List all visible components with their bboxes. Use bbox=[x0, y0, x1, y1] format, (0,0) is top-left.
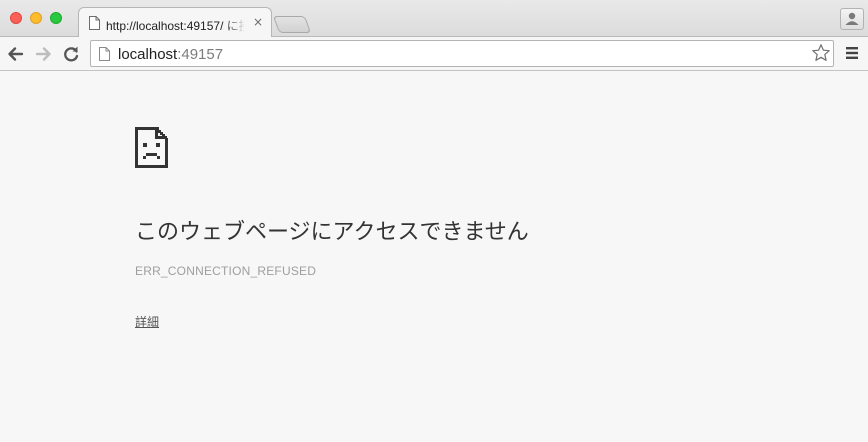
page-icon bbox=[99, 47, 110, 61]
reload-icon[interactable] bbox=[60, 43, 82, 65]
window-maximize-button[interactable] bbox=[50, 12, 62, 24]
tab-strip: http://localhost:49157/ に接 × bbox=[0, 0, 868, 38]
page-icon bbox=[89, 16, 100, 30]
address-bar[interactable]: localhost:49157 bbox=[90, 40, 834, 67]
url-text[interactable]: localhost:49157 bbox=[118, 46, 223, 63]
arrow-right-icon[interactable] bbox=[32, 43, 54, 65]
error-code: ERR_CONNECTION_REFUSED bbox=[135, 264, 317, 278]
person-icon bbox=[845, 12, 859, 25]
hamburger-icon[interactable] bbox=[845, 45, 859, 61]
new-tab-button[interactable] bbox=[272, 16, 312, 33]
window-minimize-button[interactable] bbox=[30, 12, 42, 24]
error-page: このウェブページにアクセスできません ERR_CONNECTION_REFUSE… bbox=[0, 72, 868, 442]
arrow-left-icon[interactable] bbox=[5, 43, 27, 65]
profile-button[interactable] bbox=[840, 8, 864, 30]
window-close-button[interactable] bbox=[10, 12, 22, 24]
tab-title-fade bbox=[224, 12, 246, 32]
url-host: localhost bbox=[118, 46, 178, 63]
toolbar: localhost:49157 bbox=[0, 37, 868, 71]
tab-close-icon[interactable]: × bbox=[253, 15, 263, 29]
url-port: :49157 bbox=[177, 46, 224, 63]
tab-active[interactable]: http://localhost:49157/ に接 × bbox=[78, 7, 272, 38]
sad-page-icon bbox=[135, 127, 168, 168]
details-link[interactable]: 詳細 bbox=[135, 313, 159, 330]
error-heading: このウェブページにアクセスできません bbox=[135, 220, 529, 245]
browser-window: http://localhost:49157/ に接 × localhost:4… bbox=[0, 0, 868, 442]
star-icon[interactable] bbox=[811, 43, 831, 63]
